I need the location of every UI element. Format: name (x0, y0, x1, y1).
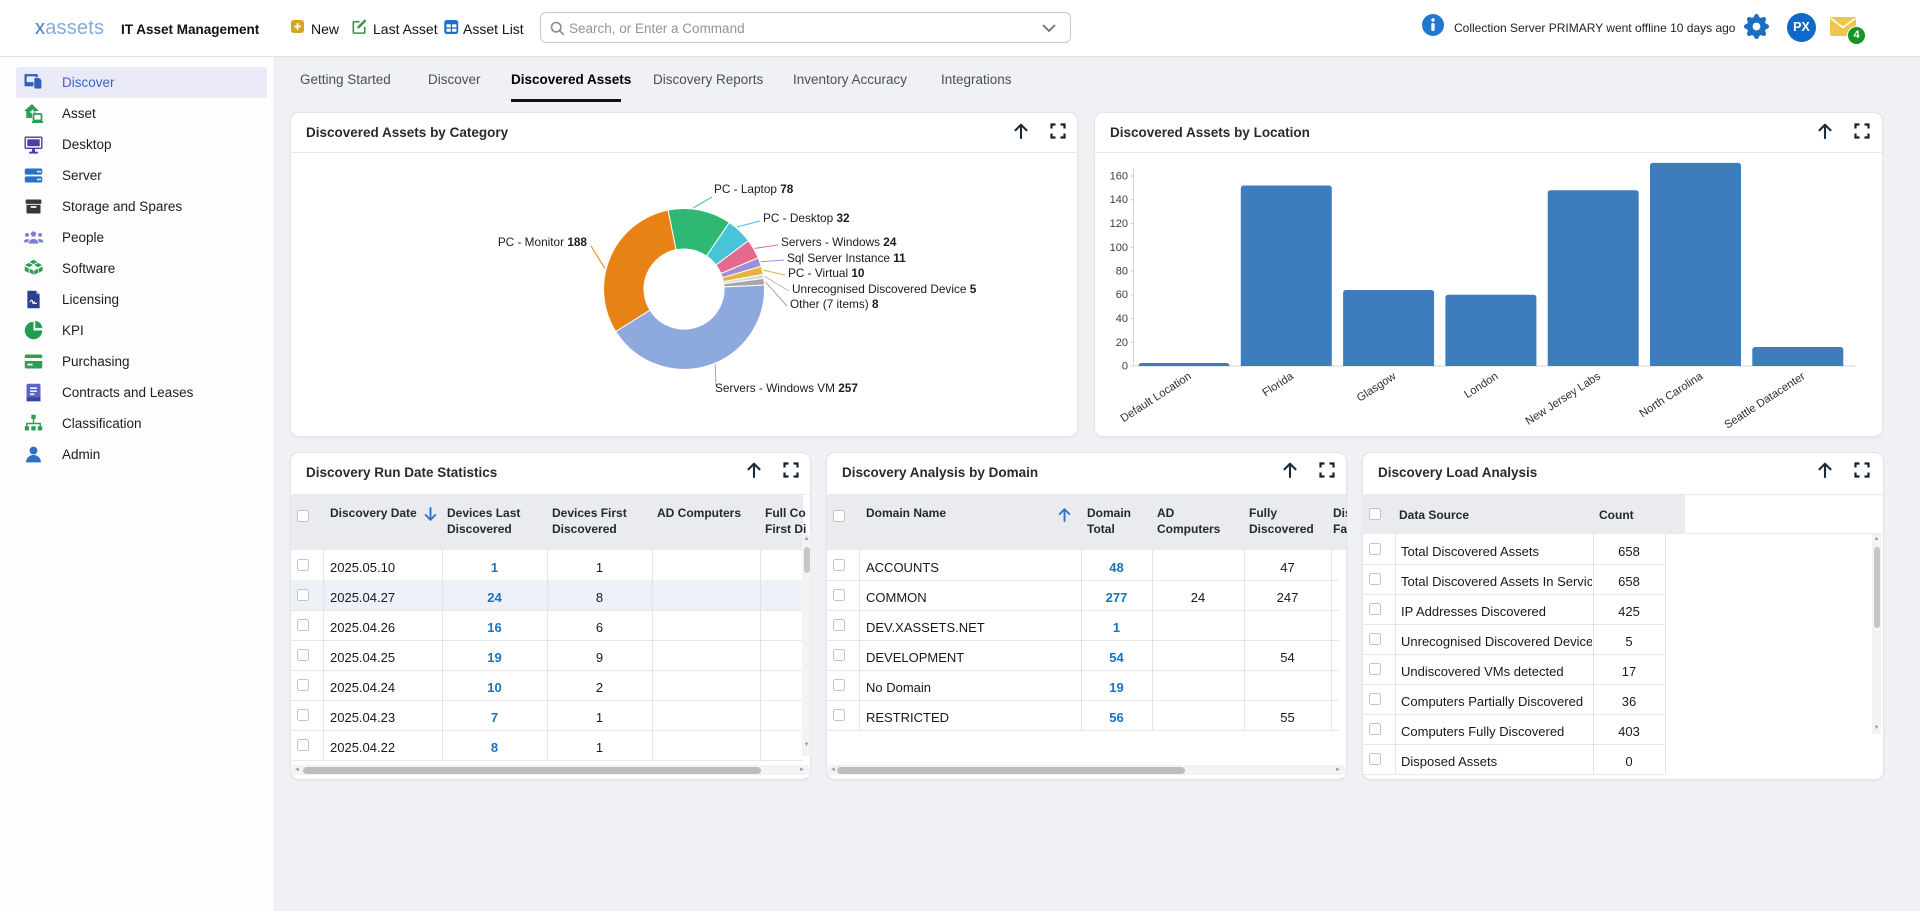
svg-text:80: 80 (1116, 266, 1128, 278)
svg-text:Florida: Florida (1260, 370, 1296, 399)
svg-text:New Jersey Labs: New Jersey Labs (1524, 370, 1603, 427)
svg-text:100: 100 (1110, 242, 1128, 254)
svg-text:North Carolina: North Carolina (1638, 370, 1706, 420)
svg-text:Glasgow: Glasgow (1355, 370, 1399, 404)
svg-text:140: 140 (1110, 194, 1128, 206)
svg-text:120: 120 (1110, 218, 1128, 230)
svg-text:60: 60 (1116, 289, 1128, 301)
svg-text:Seattle Datacenter: Seattle Datacenter (1722, 370, 1807, 431)
svg-text:20: 20 (1116, 337, 1128, 349)
svg-text:40: 40 (1116, 313, 1128, 325)
svg-text:160: 160 (1110, 171, 1128, 183)
svg-text:0: 0 (1122, 361, 1128, 373)
svg-text:London: London (1462, 370, 1500, 401)
svg-text:Default Location: Default Location (1119, 370, 1194, 425)
